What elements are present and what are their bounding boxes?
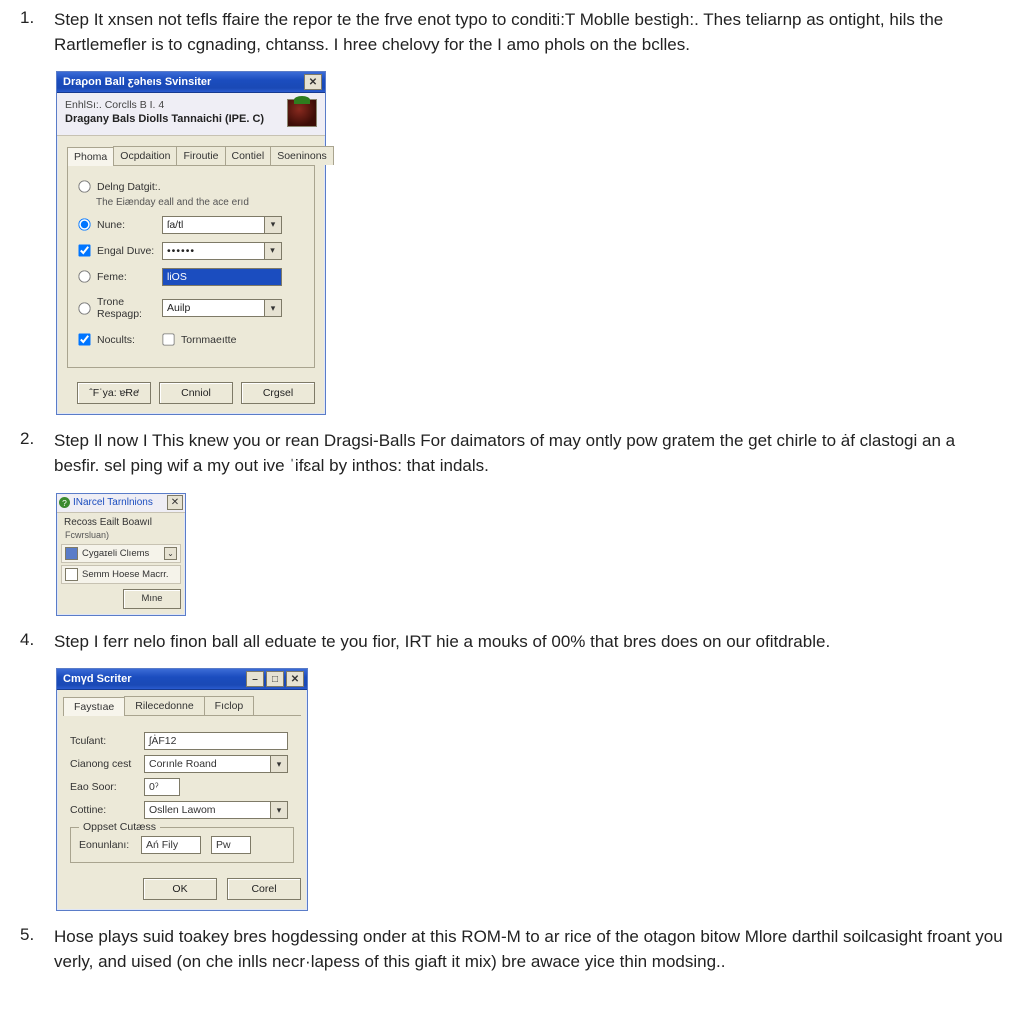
eonunlan-input-2[interactable]: Pw bbox=[211, 836, 251, 854]
radio-input-feme[interactable] bbox=[78, 271, 90, 283]
cianong-dropdown[interactable]: Corınle Roand bbox=[144, 755, 288, 773]
list-item-semm[interactable]: Semm Hoese Macrr. bbox=[61, 565, 181, 584]
check-engal[interactable]: Engal Duve: bbox=[78, 244, 162, 257]
window-title-2: INarcel Tarnlnions bbox=[59, 497, 153, 508]
step-4-text: Step I ferr nelo finon ball all eduate t… bbox=[54, 630, 830, 655]
radio-input-defdata[interactable] bbox=[78, 181, 90, 193]
cottine-dropdown[interactable]: Osllen Lawom bbox=[144, 801, 288, 819]
window-title: Draρon Ball ƹəheıs Svinsiter bbox=[63, 76, 211, 88]
dialog-narcel-tarnlnions: INarcel Tarnlnions ✕ Recoɜs Eailt Boawıl… bbox=[56, 493, 186, 616]
step-2-number: 2. bbox=[20, 429, 54, 449]
maximize-button[interactable]: □ bbox=[266, 671, 284, 687]
label-engal: Engal Duve: bbox=[97, 245, 154, 257]
label-eonunlan: Eonunlanı: bbox=[79, 839, 141, 851]
square-icon bbox=[65, 568, 78, 581]
dialog-cmgd-scriter: Cmγd Scriter – □ ✕ Faystıae Rilecedonne … bbox=[56, 668, 308, 911]
eosoor-input[interactable]: 0ˀ bbox=[144, 778, 180, 796]
button-mine[interactable]: Mıne bbox=[123, 589, 181, 609]
trone-dropdown[interactable]: Auilp bbox=[162, 299, 282, 317]
tab-ocpdaition[interactable]: Ocpdaition bbox=[113, 146, 177, 165]
label-tcufant: Tcuſant: bbox=[70, 735, 144, 747]
step-1-image: Draρon Ball ƹəheıs Svinsiter ✕ EnhlSı:. … bbox=[20, 71, 1004, 415]
radio-name[interactable]: Nune: bbox=[78, 218, 162, 231]
name-dropdown[interactable]: ſa/tl bbox=[162, 216, 282, 234]
label-nocults: Nocults: bbox=[97, 334, 135, 346]
blue-square-icon bbox=[65, 547, 78, 560]
minimize-button[interactable]: – bbox=[246, 671, 264, 687]
tab-ficlop[interactable]: Fıclop bbox=[204, 696, 255, 715]
radio-input-trone[interactable] bbox=[78, 302, 90, 314]
dragonball-icon bbox=[287, 99, 317, 127]
dialog-dragonball-emulator: Draρon Ball ƹəheıs Svinsiter ✕ EnhlSı:. … bbox=[56, 71, 326, 415]
tab-firoutie[interactable]: Firoutie bbox=[176, 146, 225, 165]
tab-bar-3: Faystıae Rilecedonne Fıclop bbox=[63, 696, 301, 716]
close-button[interactable]: ✕ bbox=[304, 74, 322, 90]
header-top-text: EnhlSı:. Corclls B I. 4 bbox=[65, 99, 264, 111]
radio-defdata-label: Delng Datgit:. bbox=[97, 181, 161, 193]
check-tornmaette[interactable]: Tornmaeıtte bbox=[162, 333, 236, 346]
button-fya[interactable]: ˆFˈya: ɐɌe̛ bbox=[77, 382, 151, 404]
titlebar-3[interactable]: Cmγd Scriter – □ ✕ bbox=[57, 669, 307, 690]
radio-trone[interactable]: Trone Respagp: bbox=[78, 296, 162, 320]
engal-dropdown[interactable]: •••••• bbox=[162, 242, 282, 260]
radio-input-name[interactable] bbox=[78, 219, 90, 231]
check-nocults[interactable]: Nocults: bbox=[78, 333, 162, 346]
label-cianong: Cianong cest bbox=[70, 758, 144, 770]
button-crgsel[interactable]: Crgsel bbox=[241, 382, 315, 404]
label-cottine: Cottine: bbox=[70, 804, 144, 816]
tab-phoma[interactable]: Phoma bbox=[67, 147, 114, 166]
button-cniol[interactable]: Cnniol bbox=[159, 382, 233, 404]
step-4-image: Cmγd Scriter – □ ✕ Faystıae Rilecedonne … bbox=[20, 668, 1004, 911]
step-2-text: Step Il now I This knew you or rean Drag… bbox=[54, 429, 1004, 478]
step-4-number: 4. bbox=[20, 630, 54, 650]
dialog-header: EnhlSı:. Corclls B I. 4 Dragany Bals Dio… bbox=[57, 93, 325, 136]
close-button-2[interactable]: ✕ bbox=[167, 495, 183, 510]
checkbox-input-tornmaette[interactable] bbox=[162, 334, 174, 346]
radio-defdata[interactable]: Delng Datgit:. bbox=[78, 180, 304, 193]
tab-contiel[interactable]: Contiel bbox=[225, 146, 272, 165]
group-label: Oppset Cutæss bbox=[79, 821, 160, 833]
window-title-3: Cmγd Scriter bbox=[63, 673, 131, 685]
step-1-number: 1. bbox=[20, 8, 54, 28]
label-eaosoor: Eao Soor: bbox=[70, 781, 144, 793]
step-2: 2. Step Il now I This knew you or rean D… bbox=[20, 429, 1004, 478]
tab-bar: Phoma Ocpdaition Firoutie Contiel Soenin… bbox=[67, 146, 315, 166]
eonunlan-input-1[interactable]: Ań Fily bbox=[141, 836, 201, 854]
tab-soeninons[interactable]: Soeninons bbox=[270, 146, 334, 165]
step-1-text: Step It xnsen not tefls ffaire the repor… bbox=[54, 8, 1004, 57]
titlebar-thin[interactable]: INarcel Tarnlnions ✕ bbox=[57, 494, 185, 513]
step-2-image: INarcel Tarnlnions ✕ Recoɜs Eailt Boawıl… bbox=[20, 493, 1004, 616]
tab-rilecetonne[interactable]: Rilecedonne bbox=[124, 696, 204, 715]
step-1: 1. Step It xnsen not tefls ffaire the re… bbox=[20, 8, 1004, 57]
group-oppset-cutaess: Oppset Cutæss Eonunlanı: Ań Fily Pw bbox=[70, 827, 294, 863]
close-button-3[interactable]: ✕ bbox=[286, 671, 304, 687]
step-4: 4. Step I ferr nelo finon ball all eduat… bbox=[20, 630, 1004, 655]
step-5-number: 5. bbox=[20, 925, 54, 945]
checkbox-input-nocults[interactable] bbox=[78, 334, 90, 346]
list-item-cygaeli[interactable]: Cygaɪeli Clıems ⌄ bbox=[61, 544, 181, 563]
step-5: 5. Hose plays suid toakey bres hoɡdessin… bbox=[20, 925, 1004, 974]
cancel-button[interactable]: Corel bbox=[227, 878, 301, 900]
label-tornmaette: Tornmaeıtte bbox=[181, 334, 236, 346]
defdata-description: The Eiænday eall and the ace erıd bbox=[96, 197, 304, 208]
label-feme: Feme: bbox=[97, 271, 127, 283]
label-trone: Trone Respagp: bbox=[97, 296, 162, 320]
label-name: Nune: bbox=[97, 219, 125, 231]
ok-button[interactable]: OK bbox=[143, 878, 217, 900]
expand-arrow-icon[interactable]: ⌄ bbox=[164, 547, 177, 560]
w2-subheader: Fcwrsluan) bbox=[65, 530, 181, 540]
tcufant-input[interactable]: ʃA̍F12 bbox=[144, 732, 288, 750]
header-main-text: Dragany Bals Diolls Tannaichi (IPE. C) bbox=[65, 113, 264, 125]
radio-feme[interactable]: Feme: bbox=[78, 270, 162, 283]
checkbox-input-engal[interactable] bbox=[78, 245, 90, 257]
titlebar[interactable]: Draρon Ball ƹəheıs Svinsiter ✕ bbox=[57, 72, 325, 93]
tab-faystae[interactable]: Faystıae bbox=[63, 697, 125, 716]
step-5-text: Hose plays suid toakey bres hoɡdessing o… bbox=[54, 925, 1004, 974]
feme-field[interactable]: liOS bbox=[162, 268, 282, 286]
w2-header: Recoɜs Eailt Boawıl bbox=[61, 517, 181, 528]
